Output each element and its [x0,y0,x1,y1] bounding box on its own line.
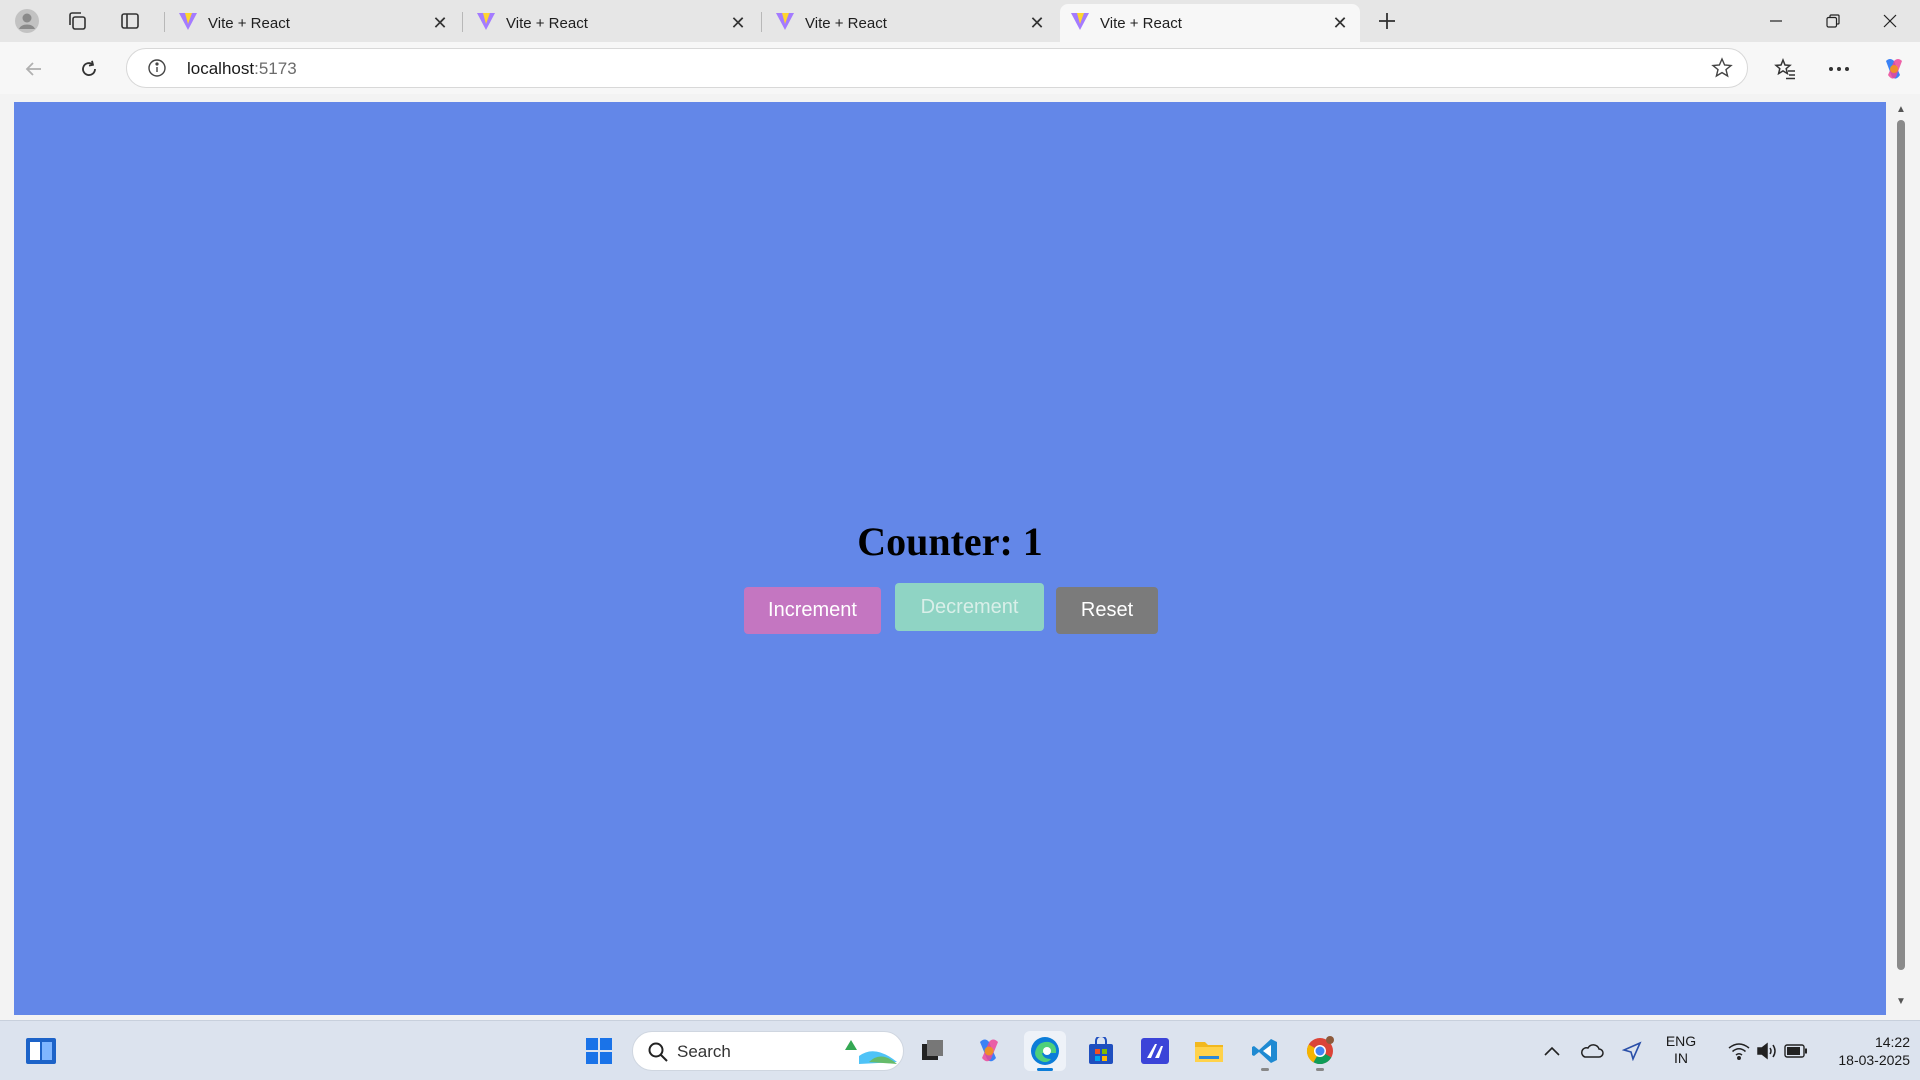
tab-separator [462,12,463,32]
language-indicator[interactable]: ENG IN [1660,1033,1702,1067]
active-indicator [1037,1068,1053,1071]
search-icon [647,1041,669,1068]
copilot-app-icon[interactable] [968,1031,1010,1071]
scroll-down-icon[interactable]: ▼ [1895,996,1907,1008]
close-icon[interactable]: ✕ [430,13,450,33]
tab-separator [164,12,165,32]
task-view-icon[interactable] [912,1031,954,1071]
recycle-bin-icon [839,1036,899,1073]
vite-logo-icon [178,11,198,35]
show-hidden-icons-icon[interactable] [1532,1031,1572,1071]
page-scrollbar[interactable]: ▲ ▼ [1892,100,1910,1014]
app-icon[interactable] [1134,1031,1176,1071]
tab-title: Vite + React [208,14,290,32]
clock[interactable]: 14:22 18-03-2025 [1812,1033,1910,1069]
url-text[interactable]: localhost:5173 [187,59,297,79]
taskbar: Search ENG IN 14:22 18-03-2025 [0,1020,1920,1080]
onedrive-icon[interactable] [1572,1031,1612,1071]
increment-button[interactable]: Increment [744,587,881,634]
vite-logo-icon [476,11,496,35]
tab-4-active[interactable]: Vite + React ✕ [1060,4,1360,42]
more-options-icon[interactable] [1823,53,1855,85]
scroll-up-icon[interactable]: ▲ [1895,104,1907,116]
url-port: :5173 [254,59,297,78]
close-icon[interactable]: ✕ [728,13,748,33]
tab-2[interactable]: Vite + React ✕ [466,4,758,42]
counter-heading: Counter: 1 [857,519,1043,564]
region-code: IN [1674,1050,1688,1066]
language-code: ENG [1665,1033,1697,1049]
url-host: localhost [187,59,255,78]
vite-logo-icon [1070,11,1090,35]
favorites-icon[interactable] [1769,53,1801,85]
close-window-icon[interactable] [1862,0,1918,42]
navigation-bar: localhost:5173 [0,42,1920,94]
minimize-icon[interactable] [1748,0,1804,42]
profile-icon[interactable] [12,6,42,36]
start-icon[interactable] [578,1031,620,1071]
edge-icon[interactable] [1024,1031,1066,1071]
running-indicator [1261,1068,1269,1071]
restore-icon[interactable] [1805,0,1861,42]
volume-icon [1757,1042,1776,1060]
chrome-icon[interactable] [1299,1031,1341,1071]
reset-button[interactable]: Reset [1056,587,1158,634]
tab-title: Vite + React [506,14,588,32]
clock-date: 18-03-2025 [1838,1052,1910,1068]
back-icon[interactable] [18,53,50,85]
tab-actions-icon[interactable] [115,6,145,36]
refresh-icon[interactable] [73,53,105,85]
tab-separator [761,12,762,32]
tab-3[interactable]: Vite + React ✕ [765,4,1057,42]
running-indicator [1316,1068,1324,1071]
tab-title: Vite + React [1100,14,1182,32]
vite-logo-icon [775,11,795,35]
page-viewport: Counter: 1 Increment Decrement Reset [14,102,1886,1015]
workspaces-icon[interactable] [62,6,92,36]
close-icon[interactable]: ✕ [1027,13,1047,33]
new-tab-icon[interactable] [1372,6,1402,36]
scrollbar-thumb[interactable] [1897,120,1905,970]
vscode-icon[interactable] [1244,1031,1286,1071]
browser-titlebar: Vite + React ✕ Vite + React ✕ Vite + Rea… [0,0,1920,42]
close-icon[interactable]: ✕ [1330,13,1350,33]
quick-settings[interactable] [1708,1031,1828,1071]
search-label: Search [677,1042,731,1061]
taskbar-search[interactable]: Search [632,1031,904,1071]
location-icon[interactable] [1612,1031,1652,1071]
store-icon[interactable] [1080,1031,1122,1071]
favorite-star-icon[interactable] [1711,57,1733,84]
battery-icon [1784,1044,1807,1058]
tab-title: Vite + React [805,14,887,32]
widgets-icon[interactable] [20,1031,62,1071]
address-bar[interactable]: localhost:5173 [126,48,1748,88]
site-info-icon[interactable] [147,58,167,83]
wifi-icon [1728,1043,1750,1060]
decrement-button[interactable]: Decrement [895,583,1044,631]
file-explorer-icon[interactable] [1188,1031,1230,1071]
tab-1[interactable]: Vite + React ✕ [168,4,460,42]
clock-time: 14:22 [1874,1034,1910,1050]
copilot-icon[interactable] [1878,53,1910,85]
